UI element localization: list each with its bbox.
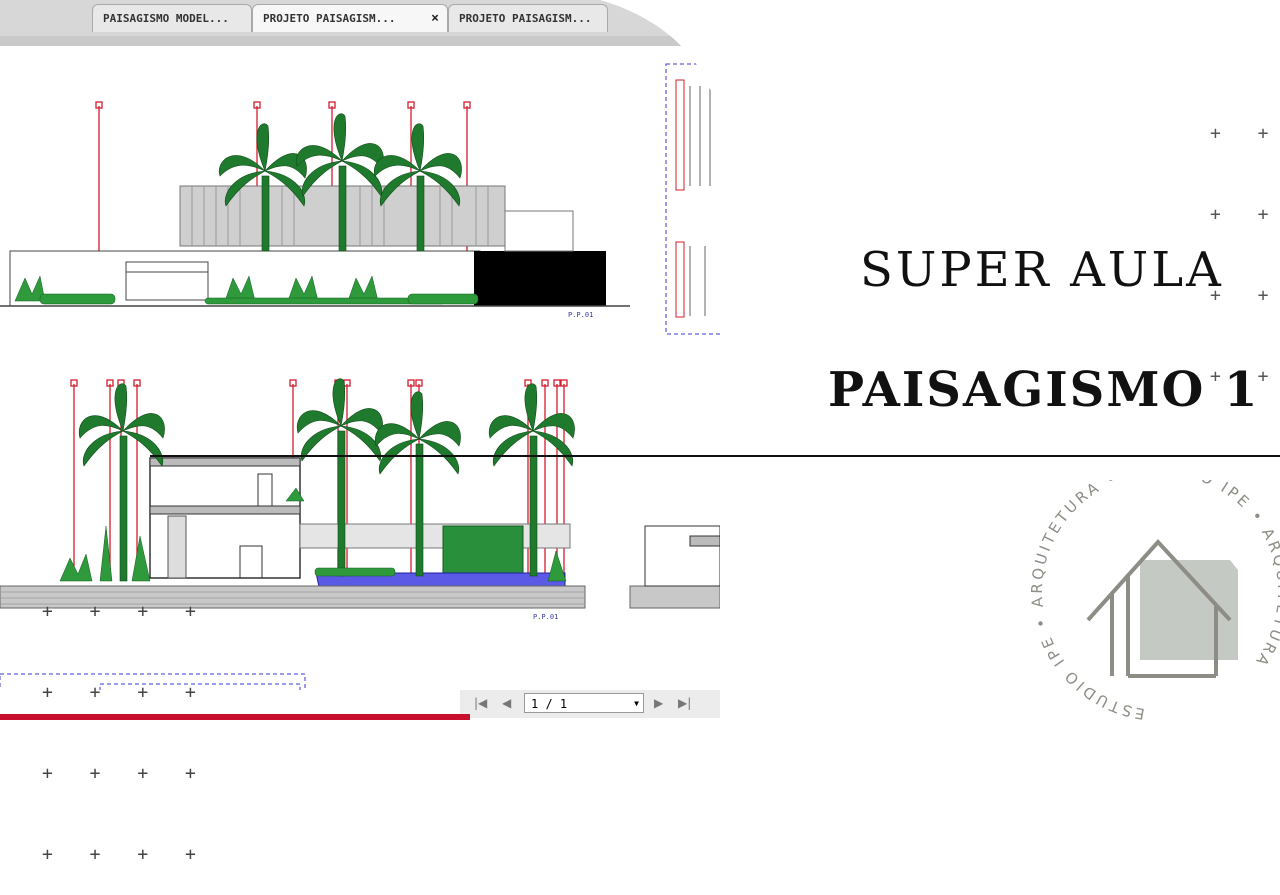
close-icon[interactable]: × bbox=[431, 5, 439, 32]
plus-row: + + + + bbox=[42, 682, 209, 703]
tab-paisagismo-model[interactable]: PAISAGISMO MODEL... bbox=[92, 4, 252, 32]
first-page-button[interactable]: |◀ bbox=[474, 696, 487, 710]
plus-row: + + + bbox=[1210, 204, 1280, 225]
plus-row: + + + + bbox=[42, 763, 209, 784]
plus-row: + + + bbox=[1210, 123, 1280, 144]
curve-mask bbox=[600, 0, 720, 140]
tab-label: PROJETO PAISAGISM... bbox=[263, 12, 396, 25]
title-super-aula: SUPER AULA bbox=[860, 242, 1224, 298]
studio-logo: ESTUDIO IPE • ARQUITETURA • ESTUDIO IPE … bbox=[1030, 480, 1280, 720]
title-divider bbox=[150, 455, 1280, 457]
elevation-label: P.P.01 bbox=[533, 613, 558, 621]
tab-projeto-paisagismo-active[interactable]: PROJETO PAISAGISM... × bbox=[252, 4, 448, 32]
plus-row: + + + + bbox=[42, 601, 209, 622]
green-wall bbox=[442, 525, 524, 577]
title-paisagismo: PAISAGISMO 1 bbox=[828, 362, 1260, 418]
tab-label: PAISAGISMO MODEL... bbox=[103, 12, 229, 25]
prev-page-button[interactable]: ◀ bbox=[502, 696, 511, 710]
plus-row: + + + + bbox=[42, 844, 209, 865]
